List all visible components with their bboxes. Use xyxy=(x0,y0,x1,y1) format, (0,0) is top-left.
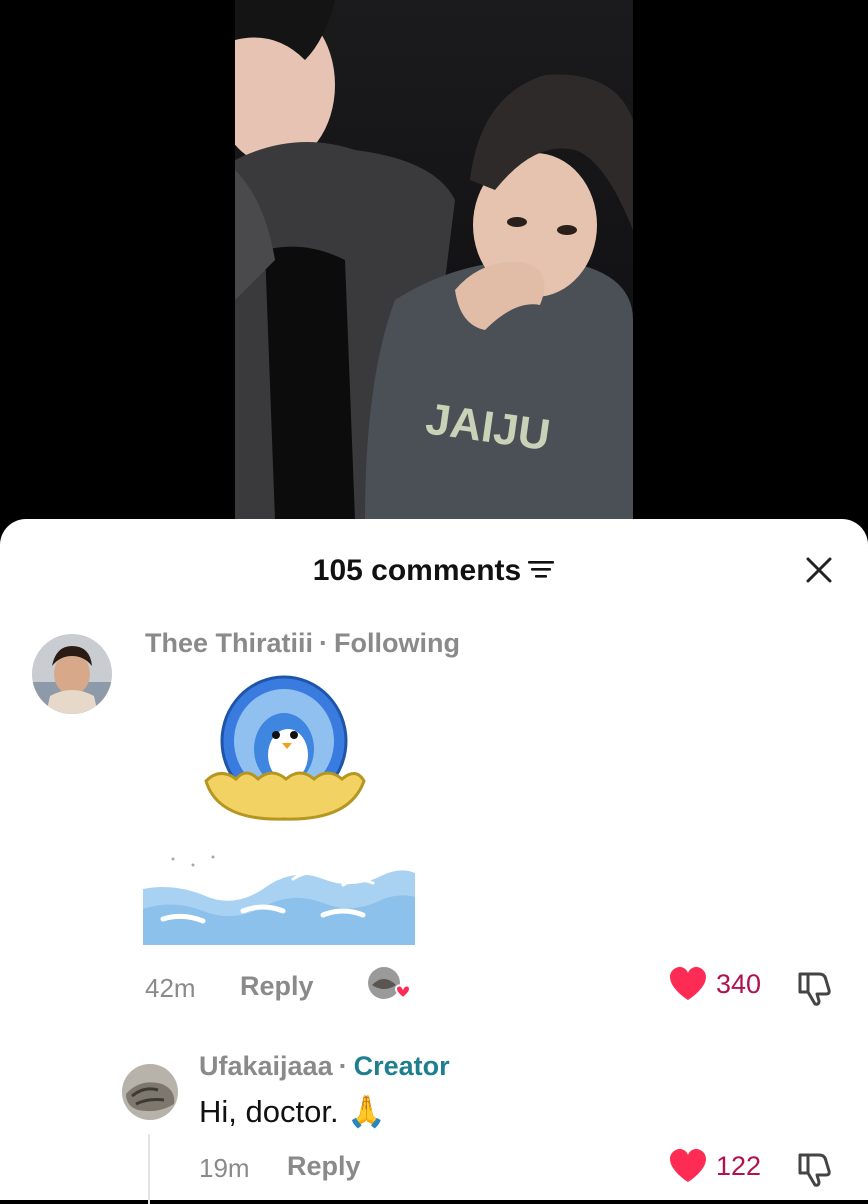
reply-author-line: Ufakaijaaa · Creator xyxy=(199,1051,450,1082)
heart-icon xyxy=(670,967,706,1000)
comments-header: 105 comments xyxy=(0,519,868,619)
close-comments-button[interactable] xyxy=(804,555,834,585)
reply-button[interactable]: Reply xyxy=(240,971,314,1002)
ocean-wave-sticker xyxy=(143,849,415,945)
thumbs-down-icon xyxy=(798,972,831,1006)
thread-line xyxy=(148,1134,150,1204)
video-still-illustration: JAIJU xyxy=(235,0,633,520)
dislike-button[interactable] xyxy=(797,968,833,1011)
heart-icon xyxy=(670,1149,706,1182)
comments-count-title: 105 comments xyxy=(0,553,868,588)
penguin-coin-sticker xyxy=(200,671,370,821)
like-button[interactable]: 340 xyxy=(668,966,761,1002)
comment-timestamp: 42m xyxy=(145,973,196,1003)
comment-author-line: Thee Thiratiii · Following xyxy=(145,628,460,659)
separator-dot: · xyxy=(319,628,329,658)
avatar[interactable] xyxy=(32,634,112,714)
like-button[interactable]: 122 xyxy=(668,1148,761,1184)
thumbs-down-icon xyxy=(798,1153,831,1187)
close-icon xyxy=(806,557,832,583)
sort-filter-icon[interactable] xyxy=(527,554,555,588)
dislike-button[interactable] xyxy=(797,1149,833,1192)
like-count: 340 xyxy=(716,968,762,999)
comments-sheet: 105 comments Thee Thiratiii · Following … xyxy=(0,519,868,1204)
reply-timestamp: 19m xyxy=(199,1153,250,1183)
reply-avatar[interactable] xyxy=(122,1064,178,1120)
reply-button[interactable]: Reply xyxy=(287,1151,361,1182)
comment-author-name[interactable]: Thee Thiratiii xyxy=(145,628,313,658)
like-count: 122 xyxy=(716,1150,762,1181)
creator-liked-badge xyxy=(366,965,412,1005)
separator-dot: · xyxy=(338,1051,348,1081)
reply-author-name[interactable]: Ufakaijaaa xyxy=(199,1051,333,1081)
video-frame: JAIJU xyxy=(235,0,633,520)
comments-count-label: 105 comments xyxy=(312,554,522,588)
creator-label: Creator xyxy=(353,1051,450,1081)
video-player[interactable]: JAIJU xyxy=(0,0,868,540)
reply-text: Hi, doctor. 🙏 xyxy=(199,1094,386,1129)
following-label: Following xyxy=(334,628,461,658)
